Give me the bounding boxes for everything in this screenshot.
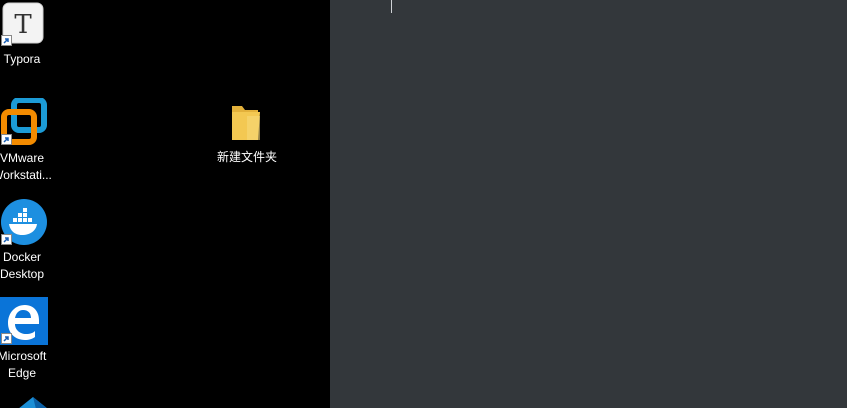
desktop-icon-label: Workstati...	[0, 168, 52, 182]
desktop-icon-edge[interactable]: Microsoft Edge	[0, 296, 59, 384]
text-caret	[391, 0, 392, 13]
desktop-icon-label: Microsoft	[0, 349, 47, 363]
desktop-icon-vmware[interactable]: VMware Workstati...	[0, 97, 59, 186]
desktop-icon-label: Desktop	[0, 267, 45, 281]
desktop-icon-label: Typora	[3, 52, 41, 66]
editor-pane[interactable]	[330, 0, 847, 408]
desktop-icon-label: 新建文件夹	[216, 150, 277, 164]
partial-app-icon[interactable]	[18, 394, 48, 408]
svg-text:T: T	[14, 10, 32, 40]
screen: T Typora VMware Workstati...	[0, 0, 847, 408]
desktop-icon-label: VMware	[0, 151, 44, 165]
shortcut-arrow-icon	[1, 234, 12, 245]
desktop-icon-label: Docker	[2, 250, 41, 264]
desktop-icon-label: Edge	[7, 366, 37, 380]
shortcut-arrow-icon	[1, 134, 12, 145]
folder-icon	[230, 102, 262, 142]
desktop[interactable]: T Typora VMware Workstati...	[0, 0, 330, 408]
shortcut-arrow-icon	[1, 35, 12, 46]
shortcut-arrow-icon	[1, 333, 12, 344]
desktop-icon-new-folder[interactable]: 新建文件夹	[210, 100, 284, 170]
desktop-icon-typora[interactable]: T Typora	[0, 0, 59, 70]
desktop-icon-docker[interactable]: Docker Desktop	[0, 198, 59, 286]
